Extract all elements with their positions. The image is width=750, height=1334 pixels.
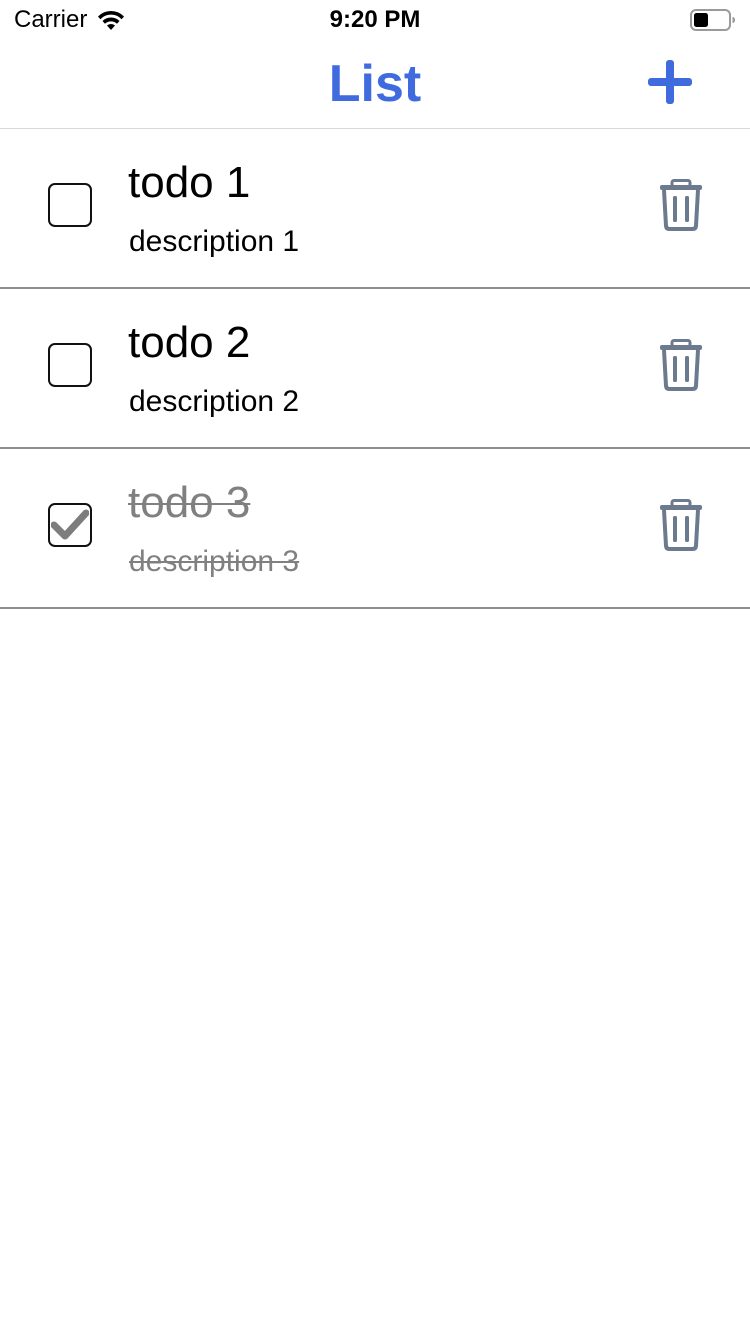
todo-row[interactable]: todo 3 description 3 [0,449,750,609]
todo-title: todo 1 [128,158,251,207]
todo-row[interactable]: todo 2 description 2 [0,289,750,449]
todo-description: description 1 [129,225,300,258]
navigation-bar: List [0,40,750,129]
checkmark-icon [51,509,89,540]
todo-title: todo 3 [128,478,251,527]
todo-list: todo 1 description 1 todo 2 description … [0,129,750,609]
todo-checkbox[interactable] [48,343,92,387]
page-title: List [328,55,422,113]
todo-checkbox[interactable] [48,183,92,227]
add-todo-button[interactable] [646,58,694,106]
status-bar: Carrier 9:20 PM [0,0,750,40]
todo-checkbox-checked[interactable] [48,503,92,547]
trash-icon[interactable] [658,499,704,551]
status-time: 9:20 PM [329,6,421,33]
todo-description: description 2 [129,385,300,418]
trash-icon[interactable] [658,179,704,231]
trash-icon[interactable] [658,339,704,391]
todo-description: description 3 [129,545,300,578]
todo-row[interactable]: todo 1 description 1 [0,129,750,289]
battery-icon [690,8,736,32]
plus-icon [648,60,692,104]
todo-title: todo 2 [128,318,251,367]
